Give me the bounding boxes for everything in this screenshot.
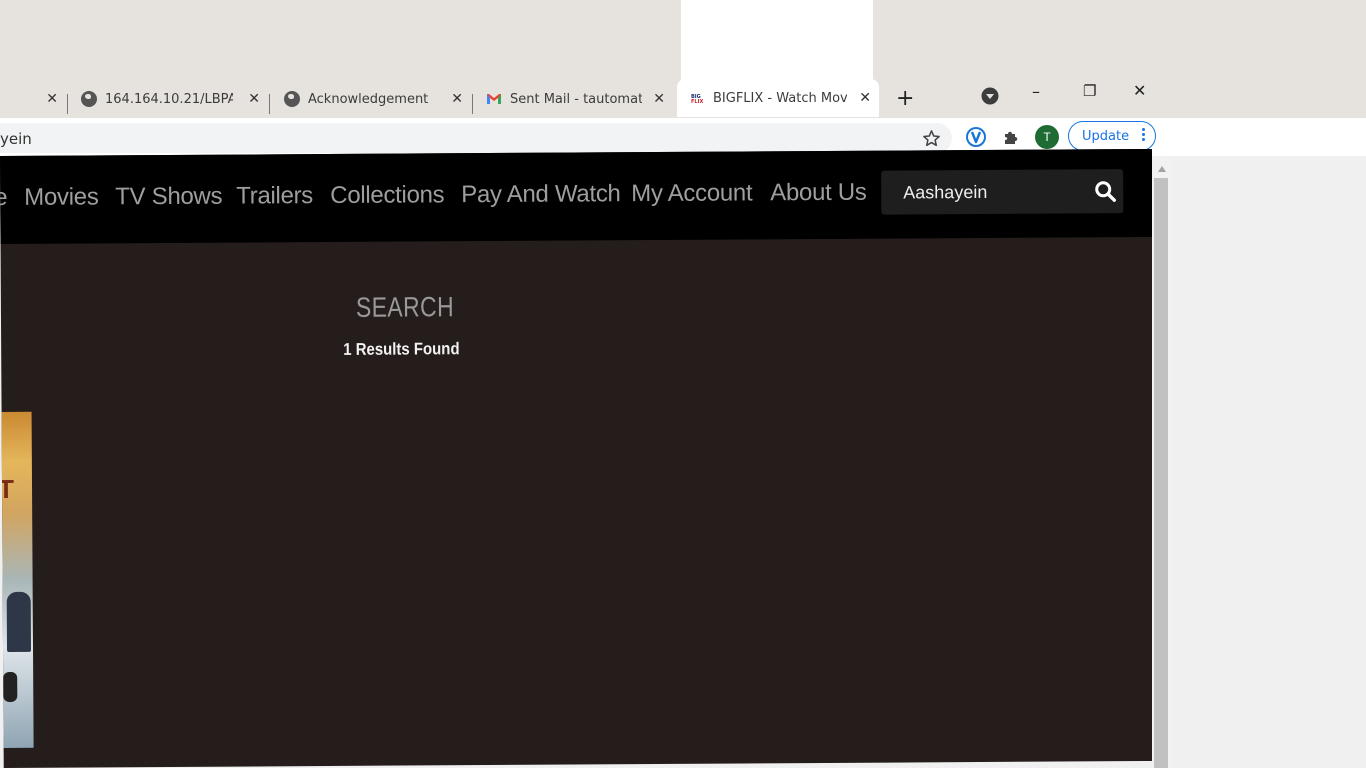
- nav-item-pay-and-watch[interactable]: Pay And Watch: [461, 180, 620, 209]
- tab-close-icon[interactable]: ✕: [859, 90, 871, 106]
- tab-divider: [67, 94, 68, 114]
- restore-button[interactable]: ❐: [1083, 82, 1096, 100]
- address-text: yein: [0, 130, 32, 148]
- nav-item-about-us[interactable]: About Us: [770, 179, 866, 208]
- tab-divider: [472, 94, 473, 114]
- tab-lbpasp[interactable]: 164.164.10.21/LBPASP ✕: [72, 80, 268, 118]
- site-navbar: e Movies TV Shows Trailers Collections P…: [0, 148, 1153, 244]
- nav-item-tv-shows[interactable]: TV Shows: [115, 183, 222, 212]
- tab-gmail[interactable]: Sent Mail - tautomatic ✕: [477, 80, 673, 118]
- tab-close-icon[interactable]: ✕: [248, 91, 260, 107]
- profile-avatar[interactable]: T: [1035, 125, 1059, 149]
- results-count: 1 Results Found: [343, 339, 460, 359]
- page-title: SEARCH: [355, 291, 455, 323]
- address-bar[interactable]: yein: [0, 123, 952, 153]
- nav-item-my-account[interactable]: My Account: [631, 179, 752, 208]
- tab-close-icon[interactable]: ✕: [46, 91, 58, 107]
- poster-artwork-glyph: T: [1, 473, 15, 505]
- search-icon[interactable]: [1093, 179, 1117, 203]
- site-search: [881, 169, 1124, 215]
- tab-search-icon[interactable]: [981, 87, 999, 105]
- svg-text:FLIX: FLIX: [691, 99, 703, 105]
- tab-close-icon[interactable]: ✕: [653, 91, 665, 107]
- browser-toolbar: yein T Update: [0, 118, 1366, 156]
- nav-item-movies[interactable]: Movies: [24, 183, 98, 211]
- search-input[interactable]: [881, 169, 1082, 215]
- scroll-up-arrow-icon[interactable]: [1158, 166, 1166, 172]
- nav-item-collections[interactable]: Collections: [330, 181, 444, 210]
- gmail-icon: [487, 94, 501, 104]
- minimize-button[interactable]: –: [1032, 82, 1040, 101]
- update-button[interactable]: Update: [1068, 121, 1156, 151]
- vpn-extension-icon[interactable]: [966, 127, 986, 147]
- bookmark-star-icon[interactable]: [922, 129, 941, 148]
- tab-partial[interactable]: ✕: [0, 80, 66, 118]
- update-label: Update: [1082, 128, 1130, 144]
- globe-icon: [284, 91, 300, 107]
- tab-divider: [269, 94, 270, 114]
- nav-item-trailers[interactable]: Trailers: [236, 182, 313, 210]
- poster-figure: [3, 671, 18, 702]
- extensions-puzzle-icon[interactable]: [1002, 128, 1020, 146]
- page-scrollbar[interactable]: [1152, 156, 1172, 768]
- poster-figure: [6, 591, 32, 652]
- page-viewport: e Movies TV Shows Trailers Collections P…: [0, 148, 1366, 768]
- scroll-thumb[interactable]: [1154, 178, 1168, 768]
- bigflix-icon: BIG FLIX: [690, 93, 704, 105]
- movie-poster[interactable]: T: [1, 411, 34, 748]
- more-vert-icon: [1142, 128, 1145, 143]
- nav-item-home[interactable]: e: [0, 184, 7, 212]
- tab-acknowledgement[interactable]: Acknowledgement ✕: [275, 80, 471, 118]
- close-window-button[interactable]: ✕: [1133, 81, 1146, 100]
- tab-close-icon[interactable]: ✕: [451, 91, 463, 107]
- globe-icon: [81, 91, 97, 107]
- titlebar-highlight: [681, 0, 873, 80]
- new-tab-button[interactable]: +: [896, 86, 914, 111]
- tab-bigflix[interactable]: BIG FLIX BIGFLIX - Watch Movie ✕: [677, 79, 879, 117]
- bigflix-page: e Movies TV Shows Trailers Collections P…: [0, 148, 1156, 768]
